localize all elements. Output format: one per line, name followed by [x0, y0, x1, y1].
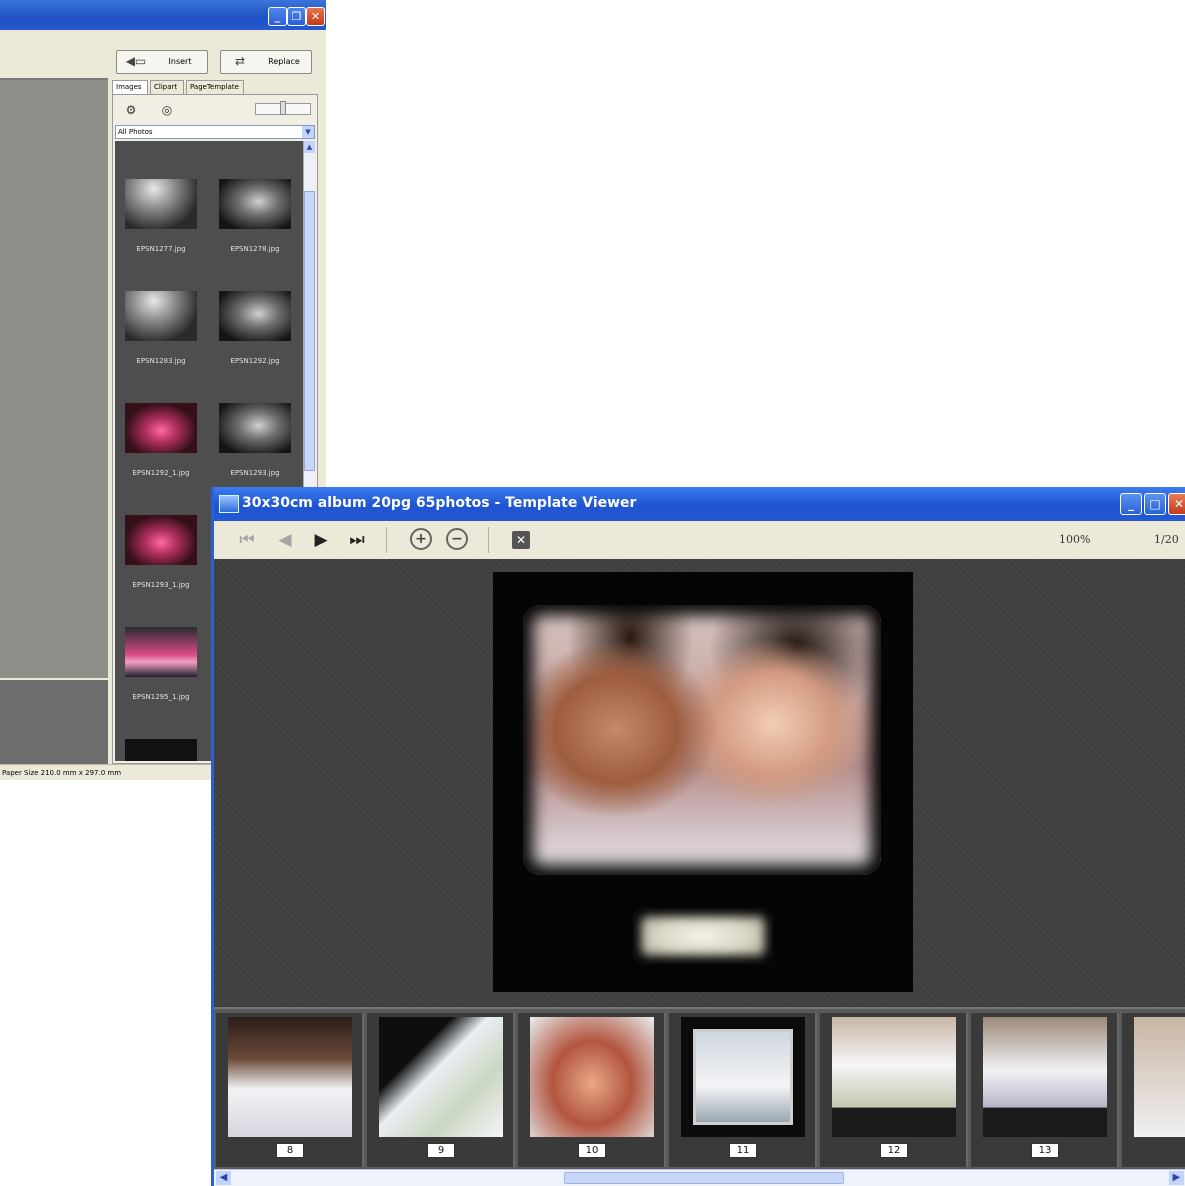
editor-canvas[interactable] [0, 80, 108, 678]
page-preview-area [214, 559, 1185, 1006]
close-icon[interactable]: ✕ [1168, 493, 1185, 515]
page-thumbnail [983, 1017, 1107, 1137]
scrollbar-thumb[interactable] [304, 191, 315, 471]
window-title: 30x30cm album 20pg 65photos - Template V… [242, 495, 637, 511]
page-thumbnail [1134, 1017, 1185, 1137]
frame-border [693, 1029, 793, 1125]
tab-images[interactable]: Images [112, 80, 148, 94]
thumbnail-item[interactable]: EPSN1293_1.jpg [121, 515, 201, 627]
next-page-icon[interactable]: ▶ [310, 529, 332, 551]
restore-icon[interactable]: ❐ [287, 7, 306, 26]
chevron-up-icon[interactable]: ▲ [304, 141, 315, 153]
page-thumbnail [530, 1017, 654, 1137]
filmstrip-page[interactable]: 11 [669, 1013, 817, 1167]
zoom-out-icon[interactable]: − [446, 528, 468, 550]
minimize-icon[interactable]: _ [1120, 493, 1142, 515]
page-thumbnail [832, 1017, 956, 1137]
filmstrip-scrollbar[interactable]: ◀ ▶ [214, 1169, 1185, 1186]
chevron-left-icon[interactable]: ◀ [216, 1171, 231, 1185]
page-thumbnail [228, 1017, 352, 1137]
photo-thumbnail [219, 291, 291, 341]
thumbnail-item[interactable]: EPSN1292.jpg [215, 291, 295, 403]
filmstrip-page[interactable]: 10 [518, 1013, 666, 1167]
replace-button[interactable]: ⇄ Replace [220, 50, 312, 74]
bouquet-photo [633, 908, 773, 964]
thumbnail-item[interactable]: EPSN1292_1.jpg [121, 403, 201, 515]
editor-title-bar: _ ❐ ✕ [0, 0, 326, 30]
page-filmstrip: 8 9 10 11 12 13 [214, 1007, 1185, 1171]
page-strip[interactable] [0, 680, 108, 764]
photo-thumbnail [125, 179, 197, 229]
toolbar-divider [386, 527, 387, 553]
first-page-icon[interactable]: ⏮ [236, 529, 258, 551]
page-indicator: 1/20 [1154, 533, 1179, 546]
photo-thumbnail [219, 403, 291, 453]
replace-icon: ⇄ [234, 54, 246, 68]
filmstrip-page[interactable] [1122, 1013, 1185, 1167]
viewer-title-bar: 30x30cm album 20pg 65photos - Template V… [214, 487, 1185, 521]
page-thumbnail [681, 1017, 805, 1137]
prev-page-icon[interactable]: ◀ [274, 529, 296, 551]
minimize-icon[interactable]: _ [268, 7, 287, 26]
photo-thumbnail [125, 739, 197, 761]
filmstrip-page[interactable]: 12 [820, 1013, 968, 1167]
page-thumbnail [379, 1017, 503, 1137]
thumbnail-item[interactable] [121, 739, 201, 761]
photo-thumbnail [219, 179, 291, 229]
thumbnail-item[interactable]: EPSN1283.jpg [121, 291, 201, 403]
maximize-icon[interactable]: □ [1144, 493, 1166, 515]
viewer-toolbar: ⏮ ◀ ▶ ⏭ + − ✕ 100% 1/20 [214, 521, 1185, 560]
last-page-icon[interactable]: ⏭ [346, 529, 368, 551]
app-icon [219, 495, 239, 513]
chevron-right-icon[interactable]: ▶ [1169, 1171, 1184, 1185]
template-viewer-window: 30x30cm album 20pg 65photos - Template V… [211, 487, 1185, 1186]
chevron-down-icon[interactable]: ▼ [302, 126, 314, 138]
filmstrip-page[interactable]: 8 [216, 1013, 364, 1167]
canvas-header [0, 48, 108, 80]
photo-thumbnail [125, 403, 197, 453]
thumbnail-size-slider[interactable] [255, 101, 311, 115]
camera-icon[interactable]: ⚙ [121, 101, 141, 119]
album-page [493, 572, 913, 992]
close-viewer-icon[interactable]: ✕ [512, 531, 530, 549]
zoom-in-icon[interactable]: + [410, 528, 432, 550]
photo-thumbnail [125, 627, 197, 677]
toolbar-divider [488, 527, 489, 553]
thumbnail-item[interactable]: EPSN1295_1.jpg [121, 627, 201, 739]
slider-knob[interactable] [280, 101, 286, 115]
insert-icon: ◀▭ [125, 54, 147, 68]
thumbnail-item[interactable]: EPSN1277.jpg [121, 179, 201, 291]
couple-photo [523, 605, 881, 875]
photo-thumbnail [125, 515, 197, 565]
editor-menu-strip [0, 30, 326, 48]
photo-thumbnail [125, 291, 197, 341]
scan-icon[interactable]: ◎ [157, 101, 177, 119]
insert-button[interactable]: ◀▭ Insert [116, 50, 208, 74]
tab-clipart[interactable]: Clipart [150, 80, 184, 94]
filmstrip-page[interactable]: 13 [971, 1013, 1119, 1167]
album-filter-select[interactable]: All Photos ▼ [115, 125, 315, 139]
close-icon[interactable]: ✕ [306, 7, 325, 26]
thumbnail-item[interactable]: EPSN1278.jpg [215, 179, 295, 291]
zoom-level: 100% [1059, 533, 1091, 546]
filmstrip-page[interactable]: 9 [367, 1013, 515, 1167]
tab-pagetemplate[interactable]: PageTemplate [186, 80, 244, 94]
scrollbar-thumb[interactable] [564, 1172, 844, 1184]
